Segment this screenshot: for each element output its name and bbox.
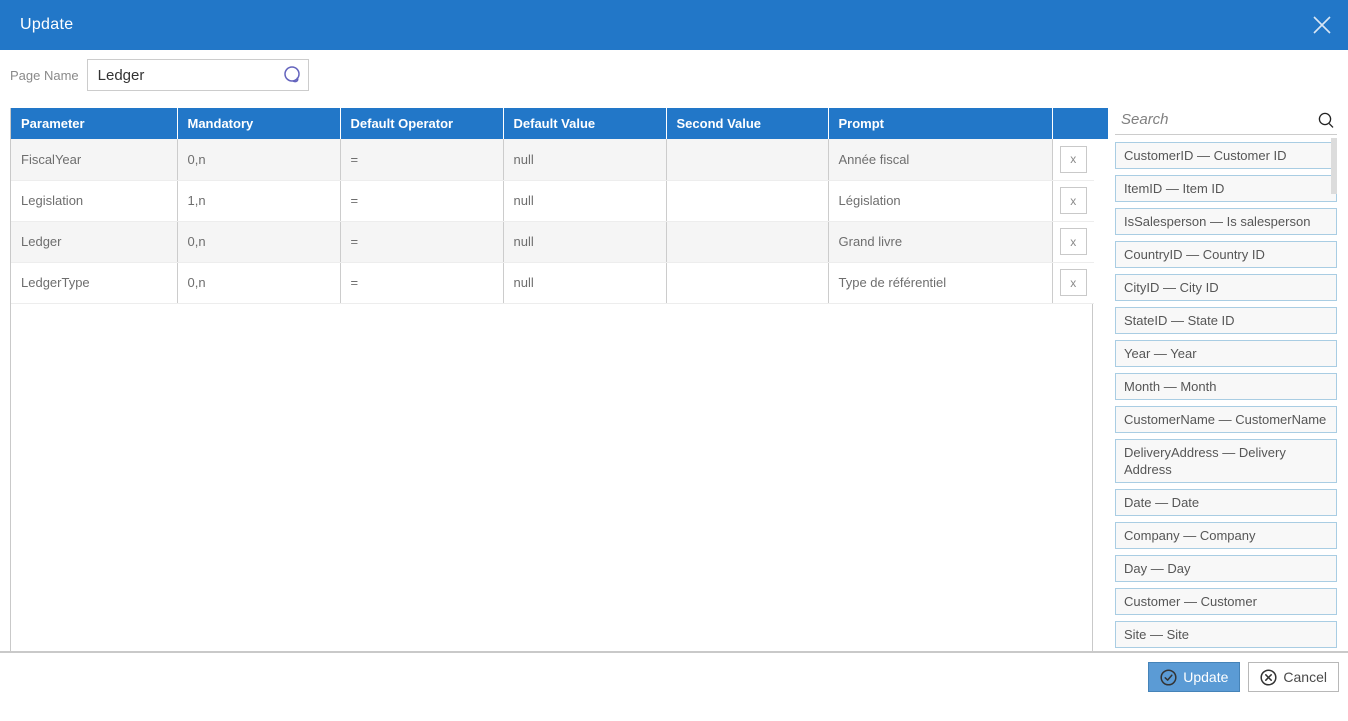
field-pill[interactable]: Day — Day [1115,555,1337,582]
modal-header: Update [0,0,1348,50]
cell-second-value[interactable] [666,139,828,180]
update-button-label: Update [1183,669,1228,685]
field-pill[interactable]: Year — Year [1115,340,1337,367]
update-button[interactable]: Update [1148,662,1240,692]
cell-default-value[interactable]: null [503,262,666,303]
field-pill[interactable]: CityID — City ID [1115,274,1337,301]
page-name-row: Page Name [10,59,309,91]
table-row[interactable]: LedgerType 0,n = null Type de référentie… [11,262,1094,303]
field-pill[interactable]: Month — Month [1115,373,1337,400]
field-pill[interactable]: ItemID — Item ID [1115,175,1337,202]
field-pill[interactable]: StateID — State ID [1115,307,1337,334]
cell-default-value[interactable]: null [503,139,666,180]
column-header-mandatory: Mandatory [177,108,340,139]
column-header-prompt: Prompt [828,108,1052,139]
column-header-second-value: Second Value [666,108,828,139]
x-circle-icon [1260,669,1277,686]
table-row[interactable]: Legislation 1,n = null Législation x [11,180,1094,221]
field-pill[interactable]: Company — Company [1115,522,1337,549]
field-pill[interactable]: Customer — Customer [1115,588,1337,615]
comment-lookup-icon[interactable] [282,65,302,85]
field-pill[interactable]: Site — Site [1115,621,1337,648]
remove-row-button[interactable]: x [1060,269,1087,296]
field-pill[interactable]: CustomerName — CustomerName [1115,406,1337,433]
field-pill[interactable]: Date — Date [1115,489,1337,516]
cancel-button-label: Cancel [1283,669,1327,685]
parameters-table: Parameter Mandatory Default Operator Def… [10,108,1093,651]
field-pill[interactable]: IsSalesperson — Is salesperson [1115,208,1337,235]
cell-actions: x [1052,139,1094,180]
page-name-input[interactable] [87,59,309,91]
column-header-actions [1052,108,1094,139]
column-header-default-operator: Default Operator [340,108,503,139]
field-pill[interactable]: CustomerID — Customer ID [1115,142,1337,169]
cell-default-value[interactable]: null [503,221,666,262]
cell-prompt[interactable]: Grand livre [828,221,1052,262]
table-scrollbar[interactable] [1094,108,1108,651]
cell-parameter[interactable]: Legislation [11,180,177,221]
cell-prompt[interactable]: Législation [828,180,1052,221]
cell-default-operator[interactable]: = [340,262,503,303]
cell-actions: x [1052,262,1094,303]
field-list: CustomerID — Customer ID ItemID — Item ID… [1115,142,1337,648]
cell-default-operator[interactable]: = [340,180,503,221]
close-icon[interactable] [1309,12,1335,38]
search-icon[interactable] [1317,111,1335,129]
cell-prompt[interactable]: Type de référentiel [828,262,1052,303]
cell-default-operator[interactable]: = [340,139,503,180]
remove-row-button[interactable]: x [1060,187,1087,214]
cancel-button[interactable]: Cancel [1248,662,1339,692]
cell-second-value[interactable] [666,221,828,262]
footer: Update Cancel [0,651,1348,721]
column-header-parameter: Parameter [11,108,177,139]
cell-mandatory[interactable]: 0,n [177,262,340,303]
cell-second-value[interactable] [666,262,828,303]
cell-mandatory[interactable]: 1,n [177,180,340,221]
table-row[interactable]: FiscalYear 0,n = null Année fiscal x [11,139,1094,180]
cell-prompt[interactable]: Année fiscal [828,139,1052,180]
remove-row-button[interactable]: x [1060,228,1087,255]
modal-title: Update [20,16,73,34]
sidebar-scrollbar-thumb[interactable] [1331,138,1337,194]
cell-parameter[interactable]: FiscalYear [11,139,177,180]
cell-parameter[interactable]: Ledger [11,221,177,262]
cell-mandatory[interactable]: 0,n [177,221,340,262]
fields-sidebar: CustomerID — Customer ID ItemID — Item ID… [1115,104,1337,651]
check-circle-icon [1160,669,1177,686]
table-scrollbar-header [1094,108,1108,139]
field-pill[interactable]: CountryID — Country ID [1115,241,1337,268]
column-header-default-value: Default Value [503,108,666,139]
cell-actions: x [1052,221,1094,262]
field-search-input[interactable] [1115,104,1337,134]
field-search-box [1115,104,1337,135]
table-row[interactable]: Ledger 0,n = null Grand livre x [11,221,1094,262]
table-header-row: Parameter Mandatory Default Operator Def… [11,108,1094,139]
cell-parameter[interactable]: LedgerType [11,262,177,303]
remove-row-button[interactable]: x [1060,146,1087,173]
cell-second-value[interactable] [666,180,828,221]
field-pill[interactable]: DeliveryAddress — Delivery Address [1115,439,1337,483]
cell-default-value[interactable]: null [503,180,666,221]
page-name-label: Page Name [10,68,79,83]
cell-actions: x [1052,180,1094,221]
cell-default-operator[interactable]: = [340,221,503,262]
cell-mandatory[interactable]: 0,n [177,139,340,180]
